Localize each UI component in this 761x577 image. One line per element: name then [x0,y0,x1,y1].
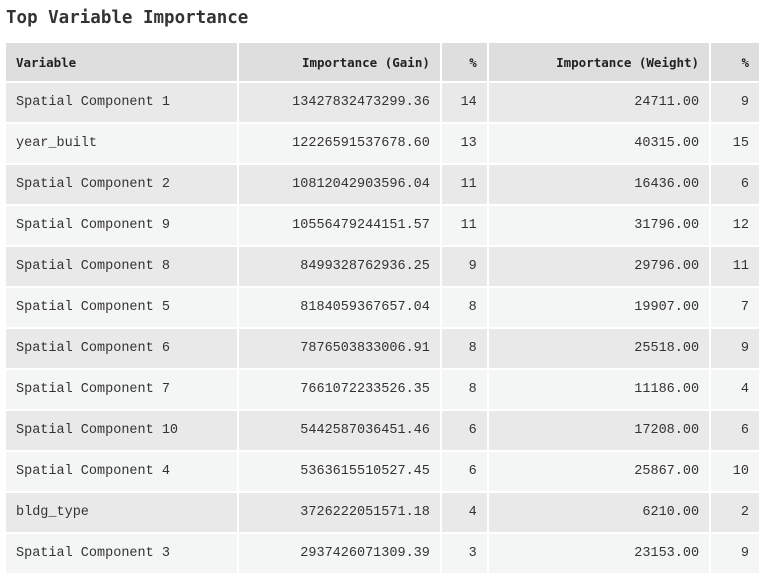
variable-importance-table: Variable Importance (Gain) % Importance … [4,41,761,575]
column-header-gain: Importance (Gain) [239,43,440,81]
cell-gain-percent: 4 [441,493,487,532]
cell-variable: Spatial Component 3 [6,534,238,573]
cell-gain: 10556479244151.57 [239,206,440,245]
cell-variable: Spatial Component 8 [6,247,238,286]
cell-weight-percent: 6 [711,165,759,204]
cell-gain: 7876503833006.91 [239,329,440,368]
table-row: Spatial Component 1 13427832473299.36 14 24… [6,83,759,122]
cell-gain-percent: 11 [441,206,487,245]
cell-variable: Spatial Component 10 [6,411,238,450]
cell-gain-percent: 8 [441,329,487,368]
table-header-row: Variable Importance (Gain) % Importance … [6,43,759,81]
cell-weight: 6210.00 [488,493,710,532]
cell-weight-percent: 4 [711,370,759,409]
cell-variable: bldg_type [6,493,238,532]
cell-weight: 11186.00 [488,370,710,409]
table-row: Spatial Component 6 7876503833006.91 8 2551… [6,329,759,368]
cell-weight-percent: 9 [711,534,759,573]
cell-weight: 16436.00 [488,165,710,204]
cell-weight: 19907.00 [488,288,710,327]
cell-weight: 25518.00 [488,329,710,368]
cell-weight-percent: 12 [711,206,759,245]
cell-gain: 3726222051571.18 [239,493,440,532]
cell-gain: 5442587036451.46 [239,411,440,450]
cell-weight-percent: 9 [711,329,759,368]
cell-variable: Spatial Component 5 [6,288,238,327]
cell-gain-percent: 3 [441,534,487,573]
cell-gain-percent: 6 [441,411,487,450]
cell-variable: Spatial Component 6 [6,329,238,368]
table-row: Spatial Component 3 2937426071309.39 3 2315… [6,534,759,573]
cell-weight-percent: 10 [711,452,759,491]
table-row: bldg_type 3726222051571.18 4 6210.00 2 [6,493,759,532]
cell-gain: 5363615510527.45 [239,452,440,491]
cell-gain-percent: 6 [441,452,487,491]
cell-gain-percent: 11 [441,165,487,204]
cell-gain-percent: 8 [441,370,487,409]
cell-gain: 2937426071309.39 [239,534,440,573]
cell-weight-percent: 2 [711,493,759,532]
cell-variable: Spatial Component 4 [6,452,238,491]
cell-weight: 24711.00 [488,83,710,122]
cell-weight-percent: 9 [711,83,759,122]
table-row: year_built 12226591537678.60 13 40315.00 15 [6,124,759,163]
cell-weight-percent: 15 [711,124,759,163]
column-header-variable: Variable [6,43,238,81]
cell-variable: year_built [6,124,238,163]
cell-gain-percent: 14 [441,83,487,122]
column-header-weight-percent: % [711,43,759,81]
cell-variable: Spatial Component 9 [6,206,238,245]
page-title: Top Variable Importance [6,8,249,28]
cell-gain: 7661072233526.35 [239,370,440,409]
cell-gain-percent: 13 [441,124,487,163]
cell-weight: 31796.00 [488,206,710,245]
cell-weight: 17208.00 [488,411,710,450]
table-row: Spatial Component 9 10556479244151.57 11 31… [6,206,759,245]
column-header-weight: Importance (Weight) [488,43,710,81]
cell-gain-percent: 9 [441,247,487,286]
column-header-gain-percent: % [441,43,487,81]
table-row: Spatial Component 4 5363615510527.45 6 2586… [6,452,759,491]
table-row: Spatial Component 2 10812042903596.04 11 16… [6,165,759,204]
table-row: Spatial Component 8 8499328762936.25 9 2979… [6,247,759,286]
cell-weight: 25867.00 [488,452,710,491]
cell-gain: 12226591537678.60 [239,124,440,163]
cell-gain: 8184059367657.04 [239,288,440,327]
cell-gain-percent: 8 [441,288,487,327]
cell-weight-percent: 6 [711,411,759,450]
table-row: Spatial Component 10 5442587036451.46 6 172… [6,411,759,450]
cell-weight: 40315.00 [488,124,710,163]
cell-weight-percent: 7 [711,288,759,327]
cell-variable: Spatial Component 7 [6,370,238,409]
table-row: Spatial Component 5 8184059367657.04 8 1990… [6,288,759,327]
cell-variable: Spatial Component 1 [6,83,238,122]
cell-weight: 29796.00 [488,247,710,286]
cell-weight: 23153.00 [488,534,710,573]
cell-gain: 13427832473299.36 [239,83,440,122]
table-row: Spatial Component 7 7661072233526.35 8 1118… [6,370,759,409]
cell-gain: 10812042903596.04 [239,165,440,204]
cell-variable: Spatial Component 2 [6,165,238,204]
cell-weight-percent: 11 [711,247,759,286]
cell-gain: 8499328762936.25 [239,247,440,286]
